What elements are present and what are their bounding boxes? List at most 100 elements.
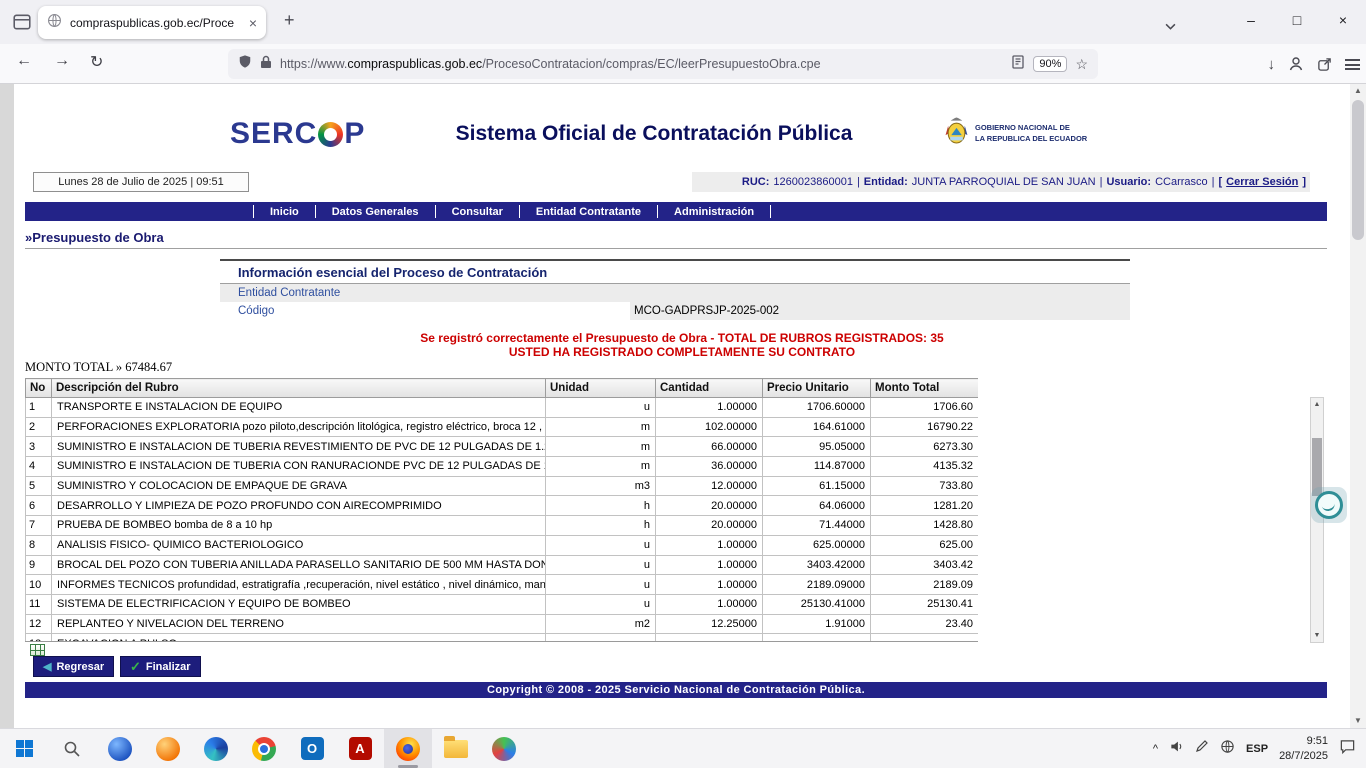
regresar-button[interactable]: ◀ Regresar xyxy=(33,656,114,677)
scroll-up-icon[interactable]: ▲ xyxy=(1350,84,1366,98)
file-explorer-icon xyxy=(444,740,468,758)
reload-button[interactable]: ↻ xyxy=(90,52,103,72)
menu-item[interactable]: Datos Generales xyxy=(315,205,435,218)
browser-titlebar: compraspublicas.gob.ec/Proce × + – □ × xyxy=(0,0,1366,44)
col-unidad: Unidad xyxy=(546,379,656,398)
account-icon[interactable] xyxy=(1288,56,1304,72)
browser-tab[interactable]: compraspublicas.gob.ec/Proce × xyxy=(38,6,266,39)
volume-icon[interactable] xyxy=(1169,739,1184,759)
tab-title: compraspublicas.gob.ec/Proce xyxy=(70,16,241,30)
floating-assistant-button[interactable] xyxy=(1311,487,1347,523)
language-indicator[interactable]: ESP xyxy=(1246,743,1268,755)
menu-item[interactable]: Administración xyxy=(657,205,771,218)
search-icon xyxy=(63,740,81,758)
check-icon: ✓ xyxy=(130,659,141,675)
notification-center-icon[interactable] xyxy=(1339,738,1356,760)
screen: compraspublicas.gob.ec/Proce × + – □ × ←… xyxy=(0,0,1366,768)
info-title: Información esencial del Proceso de Cont… xyxy=(220,261,1130,284)
forward-button[interactable]: → xyxy=(54,52,70,70)
outlook-icon: O xyxy=(301,737,324,760)
app-icon xyxy=(492,737,516,761)
zoom-level-badge[interactable]: 90% xyxy=(1033,56,1067,72)
scroll-down-icon[interactable]: ▼ xyxy=(1350,714,1366,728)
back-arrow-icon: ◀ xyxy=(43,660,51,673)
table-scroll-up-icon[interactable]: ▲ xyxy=(1311,398,1323,411)
divider xyxy=(25,248,1327,249)
table-row: 10 INFORMES TECNICOS profundidad, estrat… xyxy=(26,575,979,595)
codigo-label: Código xyxy=(220,305,630,317)
menu-item[interactable]: Entidad Contratante xyxy=(519,205,657,218)
taskbar-firefox-active[interactable] xyxy=(384,729,432,768)
taskbar-app-misc[interactable] xyxy=(480,729,528,768)
gov-text-line2: LA REPUBLICA DEL ECUADOR xyxy=(975,134,1087,144)
tab-close-icon[interactable]: × xyxy=(249,16,257,30)
maximize-button[interactable]: □ xyxy=(1274,0,1320,40)
session-bar: RUC: 1260023860001 | Entidad: JUNTA PARR… xyxy=(692,172,1310,192)
cerrar-sesion-link[interactable]: Cerrar Sesión xyxy=(1226,176,1298,188)
table-row: 1 TRANSPORTE E INSTALACION DE EQUIPO u 1… xyxy=(26,398,979,418)
taskbar-app-blue[interactable] xyxy=(96,729,144,768)
app-icon xyxy=(156,737,180,761)
page-scrollbar[interactable]: ▲ ▼ xyxy=(1350,84,1366,728)
success-message-line2: USTED HA REGISTRADO COMPLETAMENTE SU CON… xyxy=(14,345,1350,359)
taskbar-outlook[interactable]: O xyxy=(288,729,336,768)
table-row: 13 EXCAVACION A PULSO xyxy=(26,634,979,642)
entidad-label: Entidad: xyxy=(864,176,908,188)
table-scroll-down-icon[interactable]: ▼ xyxy=(1311,629,1323,642)
usuario-label: Usuario: xyxy=(1106,176,1151,188)
taskbar-file-explorer[interactable] xyxy=(432,729,480,768)
taskbar-edge[interactable] xyxy=(192,729,240,768)
table-row: 12 REPLANTEO Y NIVELACION DEL TERRENO m2… xyxy=(26,614,979,634)
export-grid-icon[interactable] xyxy=(30,644,45,656)
col-descripcion: Descripción del Rubro xyxy=(52,379,546,398)
table-row: 9 BROCAL DEL POZO CON TUBERIA ANILLADA P… xyxy=(26,555,979,575)
taskbar-acrobat[interactable]: A xyxy=(336,729,384,768)
address-bar[interactable]: https://www.compraspublicas.gob.ec/Proce… xyxy=(228,49,1098,79)
col-monto-total: Monto Total xyxy=(871,379,979,398)
rubros-table: No Descripción del Rubro Unidad Cantidad… xyxy=(25,378,978,642)
downloads-icon[interactable]: ↓ xyxy=(1268,56,1276,73)
tab-list-chevron-icon[interactable] xyxy=(1165,17,1176,35)
back-button[interactable]: ← xyxy=(16,52,32,70)
extensions-icon[interactable] xyxy=(1317,57,1332,72)
table-row: 5 SUMINISTRO Y COLOCACION DE EMPAQUE DE … xyxy=(26,476,979,496)
bookmark-star-icon[interactable]: ☆ xyxy=(1075,56,1088,73)
taskbar-clock[interactable]: 9:51 28/7/2025 xyxy=(1279,734,1328,764)
windows-logo-icon xyxy=(16,740,33,757)
shield-icon[interactable] xyxy=(238,54,252,74)
menu-item[interactable]: Consultar xyxy=(435,205,519,218)
menu-icon[interactable] xyxy=(1345,59,1360,70)
table-row: 11 SISTEMA DE ELECTRIFICACION Y EQUIPO D… xyxy=(26,594,979,614)
lock-icon[interactable] xyxy=(260,55,272,74)
process-info-box: Información esencial del Proceso de Cont… xyxy=(220,259,1130,320)
new-tab-button[interactable]: + xyxy=(284,10,295,31)
monto-total: MONTO TOTAL » 67484.67 xyxy=(25,360,172,375)
start-button[interactable] xyxy=(0,729,48,768)
chrome-icon xyxy=(252,737,276,761)
reader-view-icon[interactable] xyxy=(1011,55,1025,74)
menu-item[interactable]: Inicio xyxy=(253,205,315,218)
pen-icon[interactable] xyxy=(1195,739,1209,758)
web-page: SERCP Sistema Oficial de Contratación Pú… xyxy=(14,84,1350,728)
system-tray: ^ ESP 9:51 28/7/2025 xyxy=(1153,734,1366,764)
page-footer: Copyright © 2008 - 2025 Servicio Naciona… xyxy=(25,682,1327,698)
codigo-value: MCO-GADPRSJP-2025-002 xyxy=(630,302,1130,320)
table-header-row: No Descripción del Rubro Unidad Cantidad… xyxy=(26,379,979,398)
taskbar-chrome[interactable] xyxy=(240,729,288,768)
tray-chevron-icon[interactable]: ^ xyxy=(1153,743,1158,755)
table-row: 7 PRUEBA DE BOMBEO bomba de 8 a 10 hp h … xyxy=(26,516,979,536)
globe-favicon-icon xyxy=(47,13,62,33)
tray-time: 9:51 xyxy=(1279,734,1328,749)
search-button[interactable] xyxy=(48,729,96,768)
ruc-value: 1260023860001 xyxy=(773,176,853,188)
scroll-thumb[interactable] xyxy=(1352,100,1364,240)
firefox-view-icon[interactable] xyxy=(12,12,32,32)
url-text: https://www.compraspublicas.gob.ec/Proce… xyxy=(280,57,1003,71)
breadcrumb: »Presupuesto de Obra xyxy=(25,230,164,245)
finalizar-button[interactable]: ✓ Finalizar xyxy=(120,656,201,677)
close-button[interactable]: × xyxy=(1320,0,1366,40)
taskbar-app-orange[interactable] xyxy=(144,729,192,768)
network-icon[interactable] xyxy=(1220,739,1235,759)
col-no: No xyxy=(26,379,52,398)
minimize-button[interactable]: – xyxy=(1228,0,1274,40)
